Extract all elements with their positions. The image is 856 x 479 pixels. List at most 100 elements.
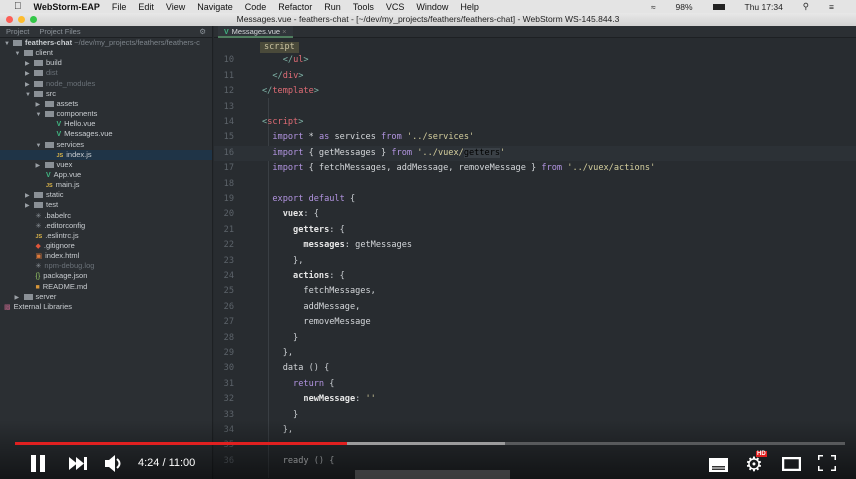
- menu-refactor[interactable]: Refactor: [278, 2, 312, 12]
- tree-item-label: .eslintrc.js: [45, 230, 79, 240]
- breadcrumb[interactable]: script: [260, 42, 299, 53]
- menu-help[interactable]: Help: [460, 2, 479, 12]
- menu-run[interactable]: Run: [324, 2, 341, 12]
- tree-item-label: index.js: [66, 149, 92, 159]
- line-number: 19: [223, 194, 234, 204]
- tree-item[interactable]: ▼ client: [0, 48, 212, 58]
- macos-dock: [355, 470, 510, 479]
- tree-item-label: vuex: [56, 159, 73, 169]
- tree-item-label: assets: [56, 98, 79, 108]
- close-window-button[interactable]: [6, 16, 13, 23]
- code-line: 16 import { getMessages } from '../vuex/…: [214, 145, 856, 162]
- tree-item[interactable]: JS .eslintrc.js: [0, 231, 212, 241]
- tree-item[interactable]: JS main.js: [0, 180, 212, 190]
- code-token: from: [391, 147, 413, 158]
- tree-item-label: App.vue: [53, 169, 82, 179]
- spotlight-icon[interactable]: ⚲: [803, 1, 809, 12]
- code-token: : getMessages: [344, 240, 413, 251]
- tab-project-files[interactable]: Project Files: [39, 27, 80, 36]
- tree-item[interactable]: JS index.js: [0, 149, 212, 160]
- tab-messages-vue[interactable]: V Messages.vue ×: [218, 26, 293, 38]
- code-line: 11 </div>: [214, 69, 856, 84]
- menu-edit[interactable]: Edit: [138, 2, 154, 12]
- tree-item[interactable]: ▶ assets: [0, 99, 212, 109]
- tree-item[interactable]: V App.vue: [0, 170, 212, 180]
- tree-item[interactable]: ■ README.md: [0, 282, 212, 292]
- tree-item[interactable]: V Messages.vue: [0, 129, 212, 139]
- vue-file-icon: V: [46, 171, 51, 179]
- code-line: 18: [214, 177, 856, 192]
- code-token: </: [272, 70, 283, 81]
- code-token: },: [262, 255, 304, 266]
- minimize-window-button[interactable]: [18, 16, 25, 23]
- code-text: import { fetchMessages, addMessage, remo…: [262, 161, 655, 176]
- tree-item[interactable]: ▣ index.html: [0, 251, 212, 261]
- tree-item[interactable]: ▶ server: [0, 292, 212, 302]
- close-tab-icon[interactable]: ×: [282, 27, 286, 36]
- tree-item[interactable]: ▶ build: [0, 58, 212, 68]
- apple-icon[interactable]: : [14, 1, 22, 12]
- code-line: 24 actions: {: [214, 269, 856, 284]
- line-number: 29: [223, 348, 234, 358]
- menu-file[interactable]: File: [112, 2, 127, 12]
- gear-icon[interactable]: ⚙: [199, 27, 206, 36]
- menu-code[interactable]: Code: [245, 2, 267, 12]
- next-icon[interactable]: [69, 457, 87, 470]
- code-text: </template>: [262, 84, 319, 99]
- zoom-window-button[interactable]: [30, 16, 37, 23]
- tree-item[interactable]: ▶ static: [0, 190, 212, 200]
- code-line: 27 removeMessage: [214, 315, 856, 330]
- fullscreen-icon[interactable]: [818, 455, 836, 471]
- tree-item[interactable]: ▩ External Libraries: [0, 302, 212, 312]
- video-time: 4:24 / 11:00: [138, 457, 196, 469]
- tree-item[interactable]: ✳ .babelrc: [0, 211, 212, 221]
- code-token: '../vuex/: [412, 147, 464, 158]
- code-token: :: [355, 394, 366, 405]
- menu-view[interactable]: View: [166, 2, 185, 12]
- code-editor[interactable]: script 10 </ul> 11 </div> 12 </template> 13 1…: [214, 38, 856, 479]
- tree-item[interactable]: ▼ components: [0, 109, 212, 119]
- theater-mode-icon[interactable]: [782, 457, 801, 471]
- tree-item[interactable]: ▼ services: [0, 140, 212, 150]
- tree-item[interactable]: ▼ src: [0, 89, 212, 99]
- wifi-icon[interactable]: ≈: [651, 2, 656, 12]
- tree-item[interactable]: ◆ .gitignore: [0, 241, 212, 251]
- tree-item[interactable]: ▶ node_modules: [0, 79, 212, 89]
- js-file-icon: JS: [46, 183, 53, 190]
- tree-item[interactable]: ▼ feathers-chat ~/dev/my_projects/feather…: [0, 38, 212, 48]
- code-token: import: [262, 163, 304, 174]
- code-text: export default {: [262, 192, 355, 207]
- code-token: </: [262, 86, 273, 97]
- tree-item[interactable]: ▶ vuex: [0, 160, 212, 170]
- menu-window[interactable]: Window: [416, 2, 448, 12]
- tree-item[interactable]: V Hello.vue: [0, 119, 212, 129]
- tree-item-label: test: [46, 200, 59, 210]
- menu-tools[interactable]: Tools: [353, 2, 374, 12]
- tree-item[interactable]: ▶ dist: [0, 68, 212, 78]
- menu-navigate[interactable]: Navigate: [197, 2, 233, 12]
- volume-icon[interactable]: [105, 455, 123, 472]
- code-text: newMessage: '': [262, 392, 375, 407]
- clock[interactable]: Thu 17:34: [745, 2, 783, 12]
- code-text: vuex: {: [262, 207, 319, 222]
- cfg-file-icon: ✳: [35, 222, 42, 230]
- menu-app-name[interactable]: WebStorm-EAP: [34, 2, 100, 12]
- menu-vcs[interactable]: VCS: [386, 2, 405, 12]
- code-text: }: [262, 331, 298, 346]
- tree-item[interactable]: {} package.json: [0, 271, 212, 281]
- tab-project[interactable]: Project: [6, 27, 29, 36]
- notification-center-icon[interactable]: ≡: [829, 2, 834, 12]
- code-text: getters: {: [262, 223, 345, 238]
- code-line: 15 import * as services from '../service…: [214, 130, 856, 145]
- code-token: '../services': [401, 132, 475, 143]
- video-progress-bar[interactable]: [15, 442, 845, 445]
- captions-icon[interactable]: [709, 458, 728, 472]
- code-text: import * as services from '../services': [262, 130, 474, 145]
- macos-menu-bar:  WebStorm-EAP File Edit View Navigate Code R…: [0, 0, 856, 13]
- tree-item[interactable]: ✳ npm-debug.log: [0, 261, 212, 271]
- tree-item[interactable]: ▶ test: [0, 200, 212, 210]
- pause-icon[interactable]: [30, 455, 46, 472]
- battery-icon[interactable]: [712, 3, 725, 10]
- tree-item[interactable]: ✳ .editorconfig: [0, 221, 212, 231]
